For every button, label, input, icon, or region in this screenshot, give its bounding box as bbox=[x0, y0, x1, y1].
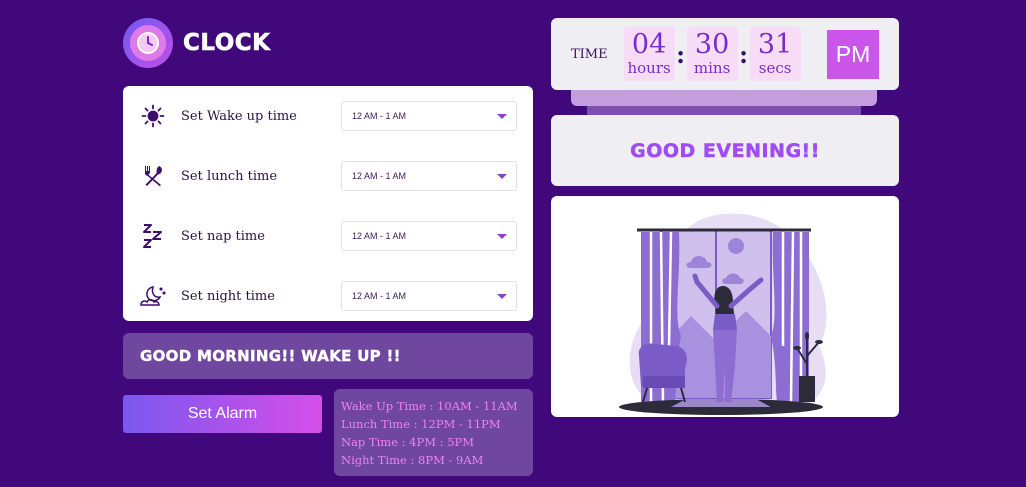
sun-icon bbox=[139, 102, 167, 130]
secs-box: 31 secs bbox=[749, 27, 801, 81]
schedule-wake: Wake Up Time : 10AM - 11AM bbox=[341, 399, 518, 413]
time-separator: : bbox=[676, 39, 686, 69]
mins-unit: mins bbox=[693, 59, 731, 77]
wake-up-label: Set Wake up time bbox=[181, 108, 297, 124]
lunch-row: Set lunch time 12 AM - 1 AM bbox=[139, 146, 517, 206]
lunch-value: 12 AM - 1 AM bbox=[352, 171, 407, 181]
nap-select[interactable]: 12 AM - 1 AM bbox=[341, 221, 517, 251]
chevron-down-icon bbox=[497, 234, 507, 239]
mins-value: 30 bbox=[694, 29, 730, 60]
hours-unit: hours bbox=[627, 59, 671, 77]
night-value: 12 AM - 1 AM bbox=[352, 291, 407, 301]
wake-message: GOOD MORNING!! WAKE UP !! bbox=[123, 333, 533, 379]
chevron-down-icon bbox=[497, 114, 507, 119]
nap-label: Set nap time bbox=[181, 228, 265, 244]
illustration-card bbox=[551, 196, 899, 417]
night-label: Set night time bbox=[181, 288, 275, 304]
secs-value: 31 bbox=[757, 29, 793, 60]
wake-up-value: 12 AM - 1 AM bbox=[352, 111, 407, 121]
lunch-label: Set lunch time bbox=[181, 168, 278, 184]
nap-value: 12 AM - 1 AM bbox=[352, 231, 407, 241]
waking-woman-illustration bbox=[619, 213, 827, 415]
chevron-down-icon bbox=[497, 174, 507, 179]
set-alarm-button[interactable]: Set Alarm bbox=[123, 395, 322, 433]
night-select[interactable]: 12 AM - 1 AM bbox=[341, 281, 517, 311]
night-row: Set night time 12 AM - 1 AM bbox=[139, 266, 517, 326]
ampm-indicator: PM bbox=[827, 29, 879, 79]
time-label: TIME bbox=[571, 46, 608, 62]
schedule-lunch: Lunch Time : 12PM - 11PM bbox=[341, 417, 501, 431]
zzz-icon bbox=[139, 222, 167, 250]
clock-icon bbox=[123, 18, 173, 68]
fork-spoon-icon bbox=[139, 162, 167, 190]
settings-panel: Set Wake up time 12 AM - 1 AM Set lunch … bbox=[123, 86, 533, 321]
wake-up-select[interactable]: 12 AM - 1 AM bbox=[341, 101, 517, 131]
app-title: CLOCK bbox=[183, 30, 271, 57]
hours-value: 04 bbox=[631, 29, 667, 60]
moon-icon bbox=[139, 282, 167, 310]
hours-box: 04 hours bbox=[623, 27, 675, 81]
mins-box: 30 mins bbox=[686, 27, 738, 81]
time-separator: : bbox=[739, 39, 749, 69]
time-card: TIME 04 hours : 30 mins : 31 secs PM bbox=[551, 18, 899, 90]
schedule-night: Night Time : 8PM - 9AM bbox=[341, 453, 484, 467]
secs-unit: secs bbox=[758, 59, 792, 77]
schedule-nap: Nap Time : 4PM : 5PM bbox=[341, 435, 475, 449]
nap-row: Set nap time 12 AM - 1 AM bbox=[139, 206, 517, 266]
schedule-panel: Wake Up Time : 10AM - 11AM Lunch Time : … bbox=[334, 389, 533, 476]
wake-up-row: Set Wake up time 12 AM - 1 AM bbox=[139, 86, 517, 146]
app-logo: CLOCK bbox=[123, 18, 270, 68]
day-greeting: GOOD EVENING!! bbox=[551, 115, 899, 186]
lunch-select[interactable]: 12 AM - 1 AM bbox=[341, 161, 517, 191]
chevron-down-icon bbox=[497, 294, 507, 299]
time-display: TIME 04 hours : 30 mins : 31 secs PM bbox=[551, 18, 899, 126]
